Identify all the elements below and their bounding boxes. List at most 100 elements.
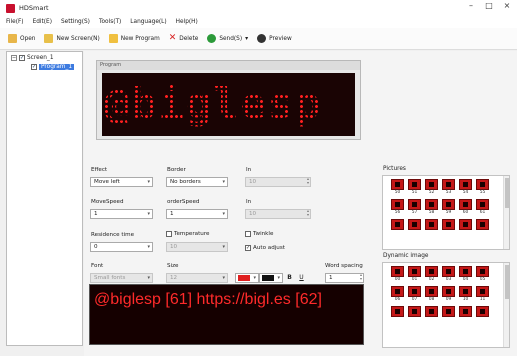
delete-button[interactable]: ✕ Delete [169, 34, 199, 43]
word-spacing-spinner[interactable]: 1 ▴ ▾ [325, 273, 364, 283]
underline-button[interactable]: U [297, 273, 306, 283]
dynamic-image-item[interactable]: 10 [459, 286, 472, 303]
picture-item[interactable]: 61 [476, 199, 489, 216]
dynamic-image-item[interactable]: 09 [442, 286, 455, 303]
movespeed-value: 1 [94, 211, 98, 217]
open-button[interactable]: Open [8, 34, 35, 43]
temperature-checkbox[interactable]: Temperature [166, 231, 209, 237]
text-color-picker[interactable]: ▾ [235, 273, 259, 283]
program-checkbox[interactable]: ✓ [31, 64, 37, 70]
dynamic-image-item[interactable]: 05 [476, 266, 489, 283]
send-label: Send(S) [219, 35, 243, 42]
font-value: Small fonts [94, 275, 126, 281]
picture-item[interactable] [425, 219, 438, 236]
picture-item[interactable]: 52 [425, 179, 438, 196]
dynamic-image-item[interactable] [408, 306, 421, 323]
temperature-value: 10 [170, 244, 178, 250]
bold-button[interactable]: B [285, 273, 294, 283]
app-logo-icon [6, 3, 15, 13]
picture-item[interactable] [408, 219, 421, 236]
dynamic-image-scrollbar[interactable] [503, 263, 509, 347]
twinkle-checkbox[interactable]: Twinkle [245, 231, 273, 237]
send-button[interactable]: Send(S) [207, 34, 242, 43]
picture-item[interactable]: 55 [476, 179, 489, 196]
dynamic-image-item[interactable]: 03 [442, 266, 455, 283]
movespeed-select[interactable]: 1 ▾ [90, 209, 153, 219]
close-button[interactable]: × [500, 1, 514, 10]
picture-item[interactable]: 59 [442, 199, 455, 216]
effect-value: Move left [94, 179, 120, 185]
size-select[interactable]: 12 ▾ [166, 273, 228, 283]
pictures-scrollbar-thumb[interactable] [505, 178, 509, 208]
picture-item[interactable]: 54 [459, 179, 472, 196]
menu-setting[interactable]: Setting(S) [61, 19, 90, 25]
in-spinner-2[interactable]: 10 ▴ ▾ [245, 209, 311, 219]
tree-item-program[interactable]: ✓ Program_1 [31, 64, 75, 70]
dynamic-image-item[interactable]: 04 [459, 266, 472, 283]
border-value: No borders [170, 179, 201, 185]
maximize-button[interactable]: □ [482, 1, 496, 10]
dynamic-image-scrollbar-thumb[interactable] [505, 265, 509, 299]
in-value-1: 10 [249, 179, 257, 185]
dynamic-image-item[interactable]: 11 [476, 286, 489, 303]
new-program-button[interactable]: New Program [108, 34, 160, 43]
twinkle-box[interactable] [245, 231, 251, 237]
dynamic-image-item[interactable] [459, 306, 472, 323]
picture-item[interactable]: 60 [459, 199, 472, 216]
temperature-select[interactable]: 10 ▾ [166, 242, 228, 252]
dynamic-image-item[interactable]: 07 [408, 286, 421, 303]
menu-tools[interactable]: Tools(T) [99, 19, 121, 25]
picture-item[interactable]: 57 [408, 199, 421, 216]
auto-adjust-label: Auto adjust [253, 245, 285, 251]
auto-adjust-box[interactable]: ✓ [245, 245, 251, 251]
picture-item[interactable]: 50 [391, 179, 404, 196]
dynamic-image-item[interactable]: 08 [425, 286, 438, 303]
picture-item[interactable]: 53 [442, 179, 455, 196]
font-select[interactable]: Small fonts ▾ [90, 273, 153, 283]
residence-time-select[interactable]: 0 ▾ [90, 242, 153, 252]
font-label: Font [91, 263, 104, 269]
menu-help[interactable]: Help(H) [176, 19, 198, 25]
picture-item[interactable]: 51 [408, 179, 421, 196]
chevron-down-icon: ▾ [222, 211, 225, 217]
minimize-button[interactable]: – [464, 1, 478, 10]
menu-file[interactable]: File(F) [6, 19, 24, 25]
dynamic-image-item[interactable] [476, 306, 489, 323]
dynamic-image-item[interactable]: 00 [391, 266, 404, 283]
pictures-scrollbar[interactable] [503, 176, 509, 249]
menu-language[interactable]: Language(L) [130, 19, 166, 25]
picture-item[interactable] [442, 219, 455, 236]
picture-item[interactable] [391, 219, 404, 236]
picture-item[interactable]: 58 [425, 199, 438, 216]
new-screen-button[interactable]: New Screen(N) [44, 34, 100, 43]
in-label-2: In [246, 199, 252, 205]
borderspeed-label: orderSpeed [167, 199, 200, 205]
auto-adjust-checkbox[interactable]: ✓ Auto adjust [245, 245, 285, 251]
dynamic-image-item[interactable]: 01 [408, 266, 421, 283]
borderspeed-select[interactable]: 1 ▾ [166, 209, 228, 219]
dynamic-image-item[interactable]: 02 [425, 266, 438, 283]
menu-edit[interactable]: Edit(E) [33, 19, 52, 25]
temperature-box[interactable] [166, 231, 172, 237]
in-spinner-1[interactable]: 10 ▴ ▾ [245, 177, 311, 187]
send-dropdown-arrow[interactable]: ▾ [245, 35, 248, 42]
screen-checkbox[interactable]: ✓ [19, 55, 25, 61]
picture-item[interactable] [459, 219, 472, 236]
text-content-editor[interactable]: @biglesp [61] https://bigl.es [62] [89, 284, 364, 345]
border-select[interactable]: No borders ▾ [166, 177, 228, 187]
background-color-picker[interactable]: ▾ [259, 273, 283, 283]
dynamic-image-item[interactable] [425, 306, 438, 323]
preview-button[interactable]: Preview [257, 34, 292, 43]
tree-item-screen[interactable]: − ✓ Screen_1 [11, 55, 54, 61]
dynamic-image-item[interactable] [391, 306, 404, 323]
picture-item[interactable]: 56 [391, 199, 404, 216]
menu-bar: File(F) Edit(E) Setting(S) Tools(T) Lang… [0, 16, 517, 28]
twinkle-label: Twinkle [253, 231, 274, 237]
dynamic-image-item[interactable] [442, 306, 455, 323]
title-bar: HDSmart [0, 0, 517, 16]
effect-select[interactable]: Move left ▾ [90, 177, 153, 187]
program-label: Program_1 [39, 64, 75, 70]
dynamic-image-item[interactable]: 06 [391, 286, 404, 303]
picture-item[interactable] [476, 219, 489, 236]
collapse-icon[interactable]: − [11, 55, 17, 61]
